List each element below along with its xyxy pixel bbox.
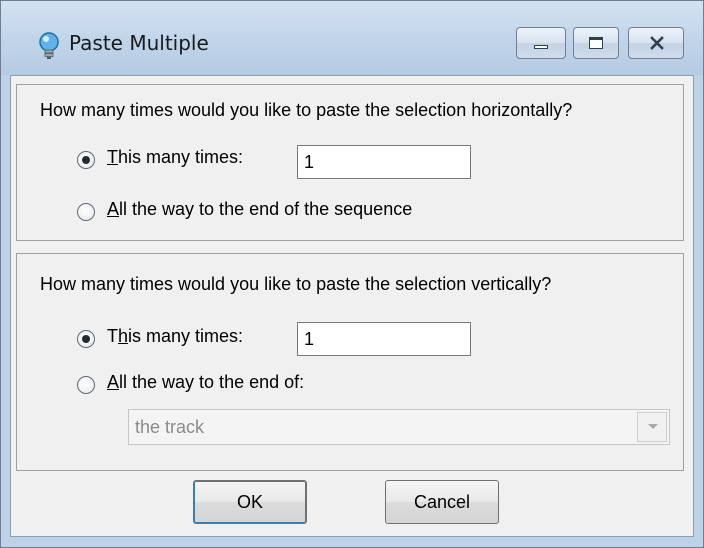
horizontal-count-radio[interactable] (77, 151, 95, 169)
accelerator-key: A (107, 199, 120, 219)
end-target-dropdown[interactable]: the track (128, 409, 670, 445)
minimize-button[interactable] (516, 27, 566, 59)
cancel-button[interactable]: Cancel (385, 480, 499, 524)
horizontal-end-radio[interactable] (77, 203, 95, 221)
radio-selected-dot (82, 156, 90, 164)
accelerator-key: A (107, 372, 120, 392)
label-text: T (107, 326, 118, 346)
label-text: is many times: (128, 326, 244, 346)
chevron-down-icon (648, 424, 658, 429)
ok-button[interactable]: OK (193, 480, 307, 524)
label-text: ll the way to the end of the sequence (119, 199, 413, 219)
minimize-icon (534, 45, 548, 49)
vertical-count-radio[interactable] (77, 330, 95, 348)
dropdown-value: the track (135, 417, 205, 437)
horizontal-count-label[interactable]: This many times: (107, 147, 243, 168)
horizontal-count-input[interactable] (297, 145, 471, 179)
title-bar[interactable]: Paste Multiple (1, 1, 703, 75)
vertical-question: How many times would you like to paste t… (40, 274, 552, 294)
vertical-end-label[interactable]: All the way to the end of: (107, 372, 304, 393)
lightbulb-icon (37, 31, 61, 61)
accelerator-key: h (118, 326, 129, 346)
close-icon (649, 35, 665, 51)
vertical-end-radio[interactable] (77, 376, 95, 394)
horizontal-question: How many times would you like to paste t… (40, 100, 573, 120)
maximize-icon (589, 37, 603, 49)
horizontal-end-label[interactable]: All the way to the end of the sequence (107, 199, 412, 220)
vertical-count-label[interactable]: This many times: (107, 326, 243, 347)
window-title: Paste Multiple (69, 31, 209, 55)
label-text: his many times: (118, 147, 244, 167)
maximize-button[interactable] (573, 27, 619, 59)
close-button[interactable] (628, 27, 684, 59)
dropdown-arrow-button[interactable] (637, 412, 667, 442)
label-text: ll the way to the end of: (119, 372, 305, 392)
radio-selected-dot (82, 335, 90, 343)
accelerator-key: T (107, 147, 118, 167)
vertical-count-input[interactable] (297, 322, 471, 356)
